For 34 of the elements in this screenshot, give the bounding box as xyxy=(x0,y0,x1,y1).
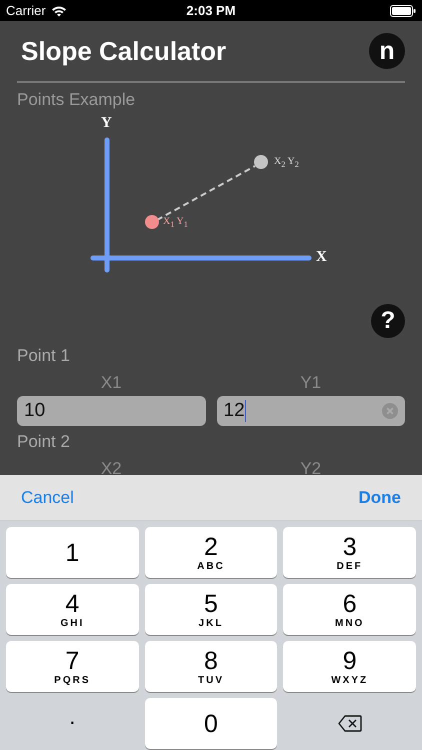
axis-label: X xyxy=(316,249,327,266)
point-marker xyxy=(254,155,268,169)
keypad-key[interactable]: 4 GHI xyxy=(6,584,139,635)
help-button[interactable]: ? xyxy=(371,304,405,338)
input-field[interactable]: 10 xyxy=(17,396,206,426)
decimal-key[interactable]: . xyxy=(6,698,139,749)
point-label: X$_{2}$ Y$_{2}$ xyxy=(274,156,299,169)
time-label: 2:03 PM xyxy=(186,3,236,18)
keypad-key[interactable]: 6 MNO xyxy=(283,584,416,635)
logo-button[interactable]: n xyxy=(369,33,405,69)
keypad-key[interactable]: 5 JKL xyxy=(144,584,278,635)
point-marker xyxy=(145,215,159,229)
section-title: Points Example xyxy=(17,90,136,110)
point-title: Point 1 xyxy=(17,346,71,367)
field-label: X1 xyxy=(100,372,122,394)
keypad-key[interactable]: 1 xyxy=(6,527,139,578)
keypad-key[interactable]: 8 TUV xyxy=(144,641,278,692)
field-label: Y1 xyxy=(300,372,322,394)
input-field[interactable]: 12 xyxy=(216,396,405,426)
point-label: X$_{1}$ Y$_{1}$ xyxy=(163,216,188,229)
keypad-key[interactable]: 0 xyxy=(144,698,278,749)
point-title: Point 2 xyxy=(17,432,71,453)
keypad-key[interactable]: 2 ABC xyxy=(144,527,278,578)
keypad-key[interactable]: 7 PQRS xyxy=(6,641,139,692)
axis-label: Y xyxy=(101,115,112,132)
app-title: Slope Calculator xyxy=(21,36,226,66)
delete-icon[interactable] xyxy=(338,715,362,732)
keypad-key[interactable]: 9 WXYZ xyxy=(283,641,416,692)
keypad-key[interactable]: 3 DEF xyxy=(283,527,416,578)
battery-icon xyxy=(390,4,416,16)
carrier-label: Carrier xyxy=(6,3,46,18)
wifi-icon xyxy=(50,4,67,16)
field-label: X2 xyxy=(100,458,122,475)
field-label: Y2 xyxy=(300,458,322,475)
